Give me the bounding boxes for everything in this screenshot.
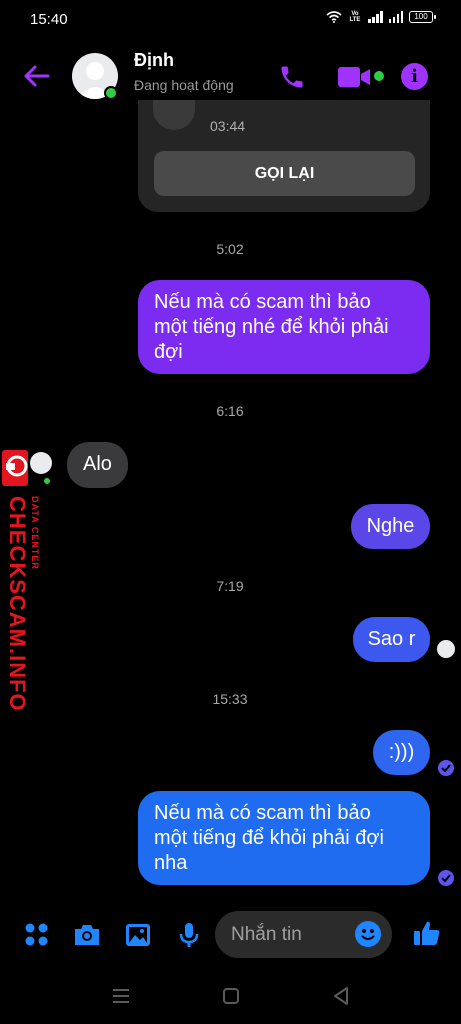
back-arrow-icon[interactable] — [22, 62, 50, 90]
contact-status: Đang hoạt động — [134, 77, 234, 93]
watermark-subtext: DATA CENTER — [30, 496, 40, 570]
contact-name[interactable]: Định — [134, 50, 174, 71]
sent-message[interactable]: Nghe — [351, 504, 430, 549]
home-icon[interactable] — [219, 984, 243, 1008]
timestamp: 5:02 — [216, 241, 244, 257]
phone-call-icon[interactable] — [278, 63, 306, 91]
sent-message[interactable]: Nếu mà có scam thì bảo một tiếng để khỏi… — [138, 791, 430, 885]
recent-apps-icon[interactable] — [109, 984, 133, 1008]
timestamp: 6:16 — [216, 403, 244, 419]
back-nav-icon[interactable] — [329, 984, 353, 1008]
watermark-logo — [2, 450, 28, 486]
status-time: 15:40 — [30, 11, 68, 28]
info-icon[interactable]: i — [401, 63, 428, 90]
sent-message[interactable]: Sao r — [353, 617, 430, 662]
call-duration: 03:44 — [210, 118, 246, 134]
delivered-check-icon — [438, 760, 454, 776]
watermark-text: CHECKSCAM.INFO — [5, 496, 30, 712]
contact-avatar-small[interactable] — [30, 452, 52, 474]
microphone-icon[interactable] — [174, 920, 204, 950]
wifi-icon — [326, 11, 342, 23]
timestamp: 15:33 — [212, 691, 248, 707]
image-icon[interactable] — [123, 920, 153, 950]
volte-icon: Vo LTE — [349, 11, 361, 23]
grid-menu-icon[interactable] — [22, 920, 52, 950]
video-call-icon[interactable] — [338, 66, 372, 88]
callback-button[interactable]: GỌI LẠI — [154, 151, 415, 196]
online-indicator — [104, 86, 118, 100]
received-message[interactable]: Alo — [67, 442, 128, 488]
thumbs-up-icon[interactable] — [412, 918, 442, 948]
timestamp: 7:19 — [216, 578, 244, 594]
battery-icon: 100 — [409, 11, 436, 23]
emoji-icon[interactable] — [355, 921, 381, 947]
signal-1-icon — [368, 11, 383, 23]
message-placeholder: Nhắn tin — [231, 924, 302, 945]
camera-icon[interactable] — [72, 920, 102, 950]
status-icons: Vo LTE 100 — [326, 11, 436, 23]
signal-2-icon — [388, 11, 403, 23]
video-online-dot — [374, 71, 384, 81]
sent-message[interactable]: Nếu mà có scam thì bảo một tiếng nhé để … — [138, 280, 430, 374]
seen-avatar — [437, 640, 455, 658]
online-indicator-small — [42, 476, 52, 486]
sent-message[interactable]: :))) — [373, 730, 430, 775]
delivered-check-icon — [438, 870, 454, 886]
